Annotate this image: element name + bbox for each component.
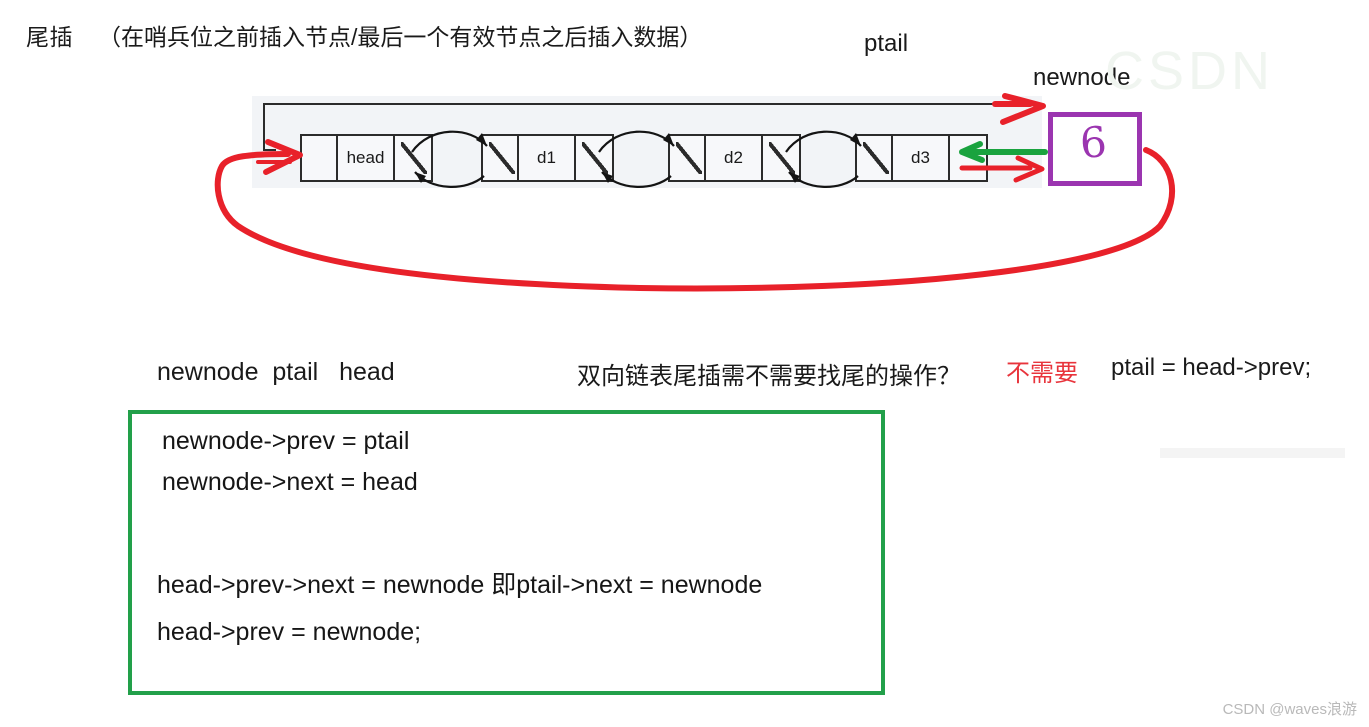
- d3-node-next-cell: [950, 134, 988, 182]
- d1-node-next-cell: [576, 134, 614, 182]
- head-node-prev-cell: [300, 134, 338, 182]
- d3-node-prev-cell: [855, 134, 893, 182]
- head-node: head: [300, 134, 433, 182]
- code-line: newnode->prev = ptail: [162, 427, 410, 455]
- page-title-parenthetical: （在哨兵位之前插入节点/最后一个有效节点之后插入数据）: [98, 24, 703, 50]
- d3-node: d3: [855, 134, 988, 182]
- answer-label: 不需要: [1006, 360, 1078, 387]
- head-node-data-cell: head: [338, 134, 395, 182]
- ptail-assignment-code: ptail = head->prev;: [1111, 354, 1312, 381]
- d1-node-data-cell: d1: [519, 134, 576, 182]
- code-line: newnode->next = head: [162, 468, 418, 496]
- page-title: 尾插: [26, 24, 73, 50]
- d2-node-prev-cell: [668, 134, 706, 182]
- csdn-watermark: CSDN @waves浪游: [1222, 701, 1357, 718]
- d3-node-data-cell: d3: [893, 134, 950, 182]
- faint-watermark-bar: [1160, 448, 1345, 458]
- variables-label: newnode ptail head: [157, 358, 395, 386]
- head-node-next-cell: [395, 134, 433, 182]
- code-line: head->prev = newnode;: [157, 618, 422, 646]
- d2-node-next-cell: [763, 134, 801, 182]
- d1-node-prev-cell: [481, 134, 519, 182]
- ptail-pointer-label: ptail: [864, 30, 909, 57]
- code-line: head->prev->next = newnode 即ptail->next …: [157, 571, 763, 599]
- d2-node-data-cell: d2: [706, 134, 763, 182]
- newnode-value: 6: [1078, 117, 1109, 168]
- question-label: 双向链表尾插需不需要找尾的操作？: [577, 363, 961, 390]
- faint-watermark: CSDN: [1105, 41, 1275, 101]
- d1-node: d1: [481, 134, 614, 182]
- d2-node: d2: [668, 134, 801, 182]
